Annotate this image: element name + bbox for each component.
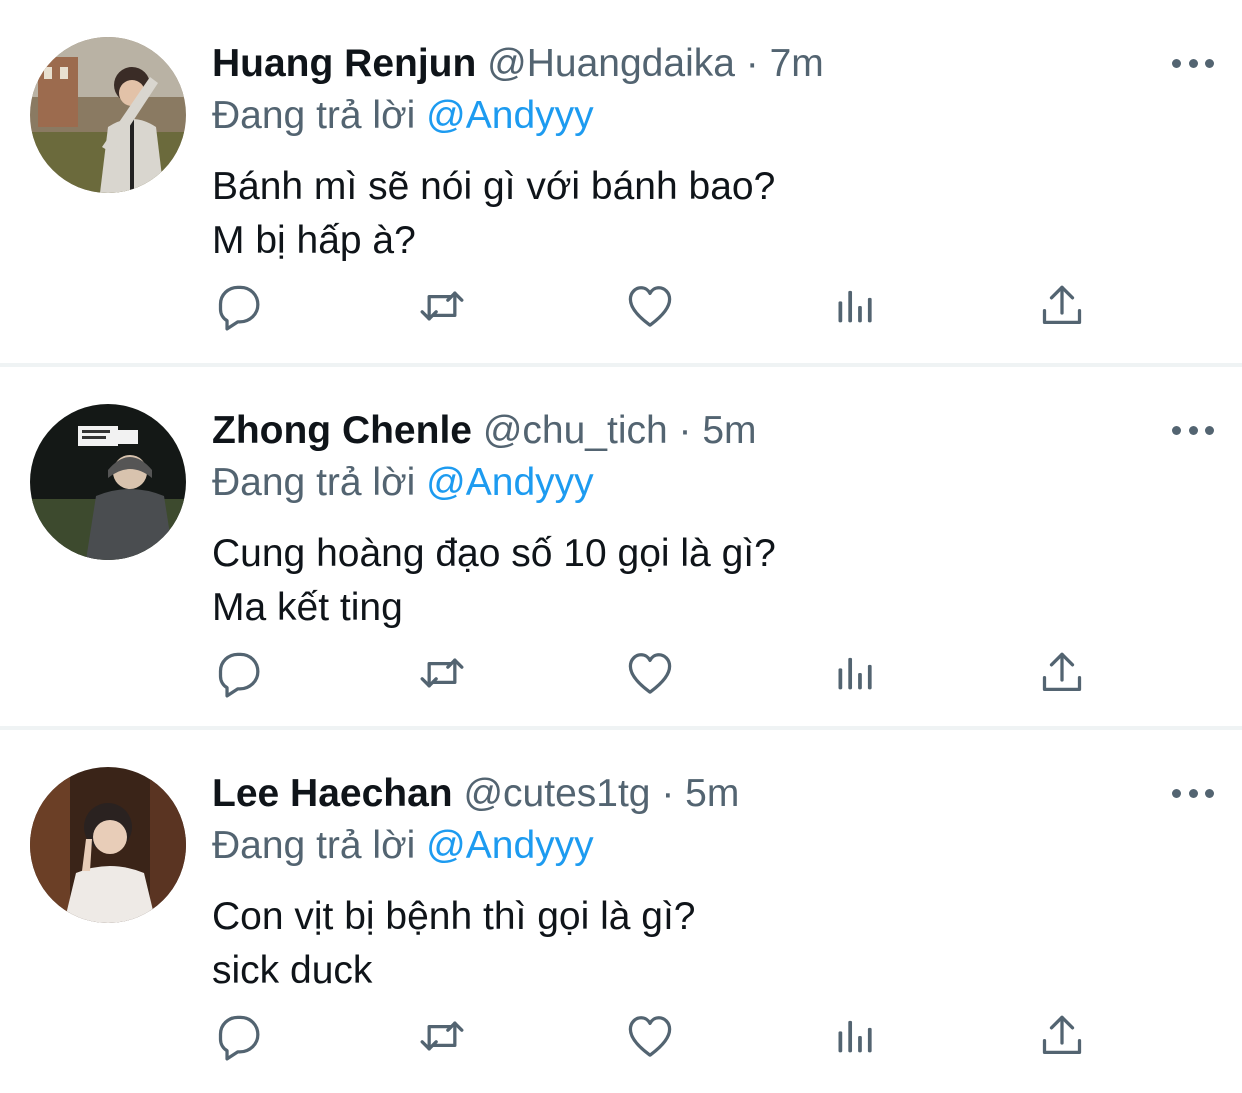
avatar[interactable] bbox=[30, 404, 186, 560]
replying-to: Đang trả lời @Andyyy bbox=[212, 822, 594, 870]
display-name[interactable]: Huang Renjun bbox=[212, 42, 476, 85]
analytics-icon[interactable] bbox=[828, 645, 884, 701]
replying-prefix: Đang trả lời bbox=[212, 461, 416, 504]
display-name[interactable]: Zhong Chenle bbox=[212, 409, 472, 452]
replying-to: Đang trả lời @Andyyy bbox=[212, 459, 594, 507]
tweet[interactable]: Huang Renjun @Huangdaika · 7m Đang trả l… bbox=[0, 0, 1242, 363]
handle[interactable]: @cutes1tg bbox=[463, 772, 650, 815]
tweet[interactable]: Lee Haechan @cutes1tg · 5m Đang trả lời … bbox=[0, 726, 1242, 1089]
replying-to: Đang trả lời @Andyyy bbox=[212, 92, 594, 140]
mention-link[interactable]: @Andyyy bbox=[426, 94, 593, 137]
like-icon[interactable] bbox=[622, 645, 678, 701]
tweet-text-line: sick duck bbox=[212, 949, 373, 992]
more-options-icon[interactable] bbox=[1172, 417, 1214, 443]
avatar[interactable] bbox=[30, 767, 186, 923]
timestamp[interactable]: · 7m bbox=[746, 42, 824, 85]
tweet-header: Zhong Chenle @chu_tich · 5m bbox=[212, 407, 757, 455]
tweet-text: Bánh mì sẽ nói gì với bánh bao? M bị hấp… bbox=[212, 160, 775, 268]
like-icon[interactable] bbox=[622, 278, 678, 334]
tweet-header: Huang Renjun @Huangdaika · 7m bbox=[212, 40, 824, 88]
handle[interactable]: @Huangdaika bbox=[487, 42, 735, 85]
reply-icon[interactable] bbox=[210, 645, 266, 701]
tweet-text: Con vịt bị bệnh thì gọi là gì? sick duck bbox=[212, 890, 695, 998]
timestamp[interactable]: · 5m bbox=[679, 409, 757, 452]
retweet-icon[interactable] bbox=[414, 1008, 470, 1064]
reply-icon[interactable] bbox=[210, 278, 266, 334]
tweet-text-line: Ma kết ting bbox=[212, 586, 403, 629]
share-icon[interactable] bbox=[1034, 645, 1090, 701]
avatar[interactable] bbox=[30, 37, 186, 193]
reply-icon[interactable] bbox=[210, 1008, 266, 1064]
analytics-icon[interactable] bbox=[828, 278, 884, 334]
tweet-text-line: Bánh mì sẽ nói gì với bánh bao? bbox=[212, 165, 776, 208]
display-name[interactable]: Lee Haechan bbox=[212, 772, 453, 815]
like-icon[interactable] bbox=[622, 1008, 678, 1064]
share-icon[interactable] bbox=[1034, 1008, 1090, 1064]
analytics-icon[interactable] bbox=[828, 1008, 884, 1064]
tweet-text-line: Cung hoàng đạo số 10 gọi là gì? bbox=[212, 532, 776, 575]
tweet-text-line: M bị hấp à? bbox=[212, 219, 416, 262]
timestamp[interactable]: · 5m bbox=[661, 772, 739, 815]
replying-prefix: Đang trả lời bbox=[212, 824, 416, 867]
more-options-icon[interactable] bbox=[1172, 780, 1214, 806]
tweet[interactable]: Zhong Chenle @chu_tich · 5m Đang trả lời… bbox=[0, 363, 1242, 726]
retweet-icon[interactable] bbox=[414, 645, 470, 701]
more-options-icon[interactable] bbox=[1172, 50, 1214, 76]
share-icon[interactable] bbox=[1034, 278, 1090, 334]
mention-link[interactable]: @Andyyy bbox=[426, 461, 593, 504]
mention-link[interactable]: @Andyyy bbox=[426, 824, 593, 867]
retweet-icon[interactable] bbox=[414, 278, 470, 334]
replying-prefix: Đang trả lời bbox=[212, 94, 416, 137]
tweet-header: Lee Haechan @cutes1tg · 5m bbox=[212, 770, 739, 818]
handle[interactable]: @chu_tich bbox=[483, 409, 668, 452]
tweet-text: Cung hoàng đạo số 10 gọi là gì? Ma kết t… bbox=[212, 527, 776, 635]
tweet-text-line: Con vịt bị bệnh thì gọi là gì? bbox=[212, 895, 696, 938]
